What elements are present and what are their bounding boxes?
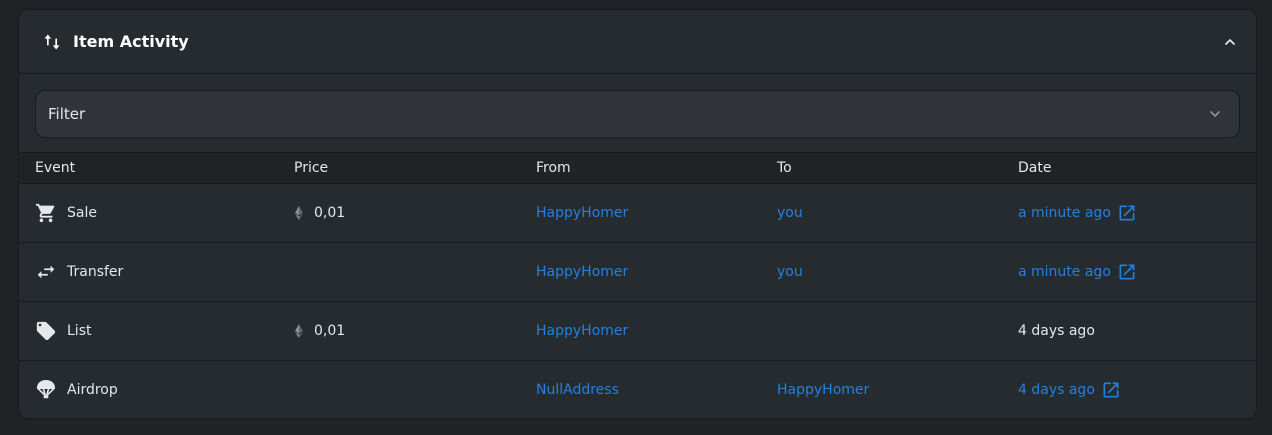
date-text: 4 days ago <box>1018 323 1095 339</box>
filter-dropdown[interactable]: Filter <box>35 90 1240 138</box>
event-cell: Airdrop <box>35 379 294 401</box>
table-row: Airdrop NullAddress HappyHomer 4 days ag… <box>19 361 1256 419</box>
date-cell: 4 days ago <box>1018 323 1256 339</box>
date-cell: 4 days ago <box>1018 380 1256 400</box>
eth-icon <box>294 323 304 339</box>
event-cell: List <box>35 320 294 342</box>
column-header-price: Price <box>294 153 536 184</box>
column-header-from: From <box>536 153 777 184</box>
price-cell: 0,01 <box>294 323 536 339</box>
from-link[interactable]: HappyHomer <box>536 323 628 339</box>
parachute-icon <box>35 379 57 401</box>
table-row: List 0,01 HappyHomer 4 days ago <box>19 301 1256 361</box>
eth-icon <box>294 205 304 221</box>
table-row: Transfer HappyHomer you a minute ago <box>19 242 1256 302</box>
event-label: Transfer <box>67 264 124 280</box>
to-link[interactable]: you <box>777 264 803 280</box>
to-link[interactable]: HappyHomer <box>777 382 869 398</box>
event-label: List <box>67 323 92 339</box>
column-header-event: Event <box>19 153 294 184</box>
item-activity-panel: Item Activity Filter Event Price From To… <box>18 9 1257 419</box>
from-link[interactable]: HappyHomer <box>536 264 628 280</box>
tag-icon <box>35 320 57 342</box>
date-link[interactable]: a minute ago <box>1018 264 1111 280</box>
date-cell: a minute ago <box>1018 262 1256 282</box>
event-label: Sale <box>67 205 97 221</box>
table-header-row: Event Price From To Date <box>19 153 1256 184</box>
activity-table: Event Price From To Date Sale 0,01 Happy… <box>19 153 1256 419</box>
external-link-icon[interactable] <box>1117 262 1137 282</box>
price-cell: 0,01 <box>294 205 536 221</box>
event-cell: Sale <box>35 202 294 224</box>
swap-vertical-icon <box>41 31 63 53</box>
external-link-icon[interactable] <box>1101 380 1121 400</box>
filter-label: Filter <box>48 105 86 123</box>
from-link[interactable]: HappyHomer <box>536 205 628 221</box>
date-link[interactable]: 4 days ago <box>1018 382 1095 398</box>
price-value: 0,01 <box>314 205 346 221</box>
date-link[interactable]: a minute ago <box>1018 205 1111 221</box>
to-link[interactable]: you <box>777 205 803 221</box>
event-cell: Transfer <box>35 261 294 283</box>
table-row: Sale 0,01 HappyHomer you a minute ago <box>19 183 1256 243</box>
from-link[interactable]: NullAddress <box>536 382 619 398</box>
date-cell: a minute ago <box>1018 203 1256 223</box>
cart-icon <box>35 202 57 224</box>
external-link-icon[interactable] <box>1117 203 1137 223</box>
event-label: Airdrop <box>67 382 118 398</box>
chevron-up-icon[interactable] <box>1218 30 1242 54</box>
panel-header[interactable]: Item Activity <box>19 10 1256 74</box>
column-header-date: Date <box>1018 153 1256 184</box>
price-value: 0,01 <box>314 323 346 339</box>
panel-title: Item Activity <box>73 32 189 51</box>
chevron-down-icon <box>1203 102 1227 126</box>
transfer-icon <box>35 261 57 283</box>
column-header-to: To <box>777 153 1018 184</box>
filter-section: Filter <box>19 74 1256 153</box>
